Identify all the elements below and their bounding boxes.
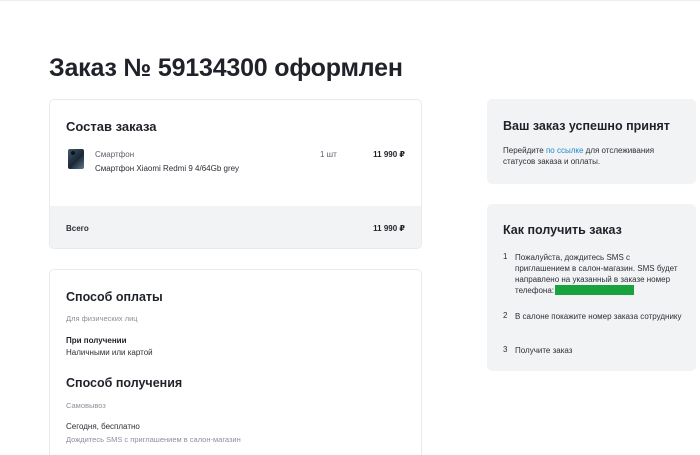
delivery-when: Сегодня, бесплатно (66, 422, 140, 431)
phone-number-redacted (555, 285, 634, 295)
payment-option-value: Наличными или картой (66, 348, 153, 357)
order-total-bar: Всего 11 990 ₽ (50, 206, 421, 248)
step-2-number: 2 (503, 311, 508, 320)
step-1-number: 1 (503, 252, 508, 261)
payment-customer-type: Для физических лиц (66, 314, 138, 323)
payment-section-title: Способ оплаты (66, 290, 163, 304)
howto-title: Как получить заказ (503, 223, 622, 237)
success-text-before: Перейдите (503, 146, 546, 155)
step-3-text: Получите заказ (515, 346, 573, 355)
delivery-section-title: Способ получения (66, 376, 183, 390)
item-name-link[interactable]: Смартфон Xiaomi Redmi 9 4/64Gb grey (95, 164, 239, 173)
how-to-get-order-card: Как получить заказ 1 Пожалуйста, дождите… (487, 204, 696, 371)
delivery-note: Дождитесь SMS с приглашением в салон-маг… (66, 435, 241, 444)
step-3-number: 3 (503, 345, 508, 354)
payment-delivery-card: Способ оплаты Для физических лиц При пол… (49, 269, 422, 455)
delivery-method: Самовывоз (66, 401, 106, 410)
order-tracking-link[interactable]: по ссылке (546, 146, 583, 155)
item-price: 11 990 ₽ (373, 150, 405, 159)
payment-option-title: При получении (66, 336, 127, 345)
item-quantity: 1 шт (320, 150, 337, 159)
total-label: Всего (66, 224, 89, 233)
smartphone-thumbnail-icon[interactable] (68, 149, 84, 169)
page-title: Заказ № 59134300 оформлен (49, 54, 403, 82)
step-1-text: Пожалуйста, дождитесь SMS с приглашением… (515, 252, 687, 296)
total-value: 11 990 ₽ (373, 224, 405, 233)
order-summary-card: Состав заказа Смартфон Смартфон Xiaomi R… (49, 99, 422, 249)
success-title: Ваш заказ успешно принят (503, 119, 670, 133)
header-divider (0, 0, 700, 1)
success-text: Перейдите по ссылке для отслеживания ста… (503, 145, 688, 167)
step-2-text: В салоне покажите номер заказа сотрудник… (515, 312, 682, 321)
order-success-card: Ваш заказ успешно принят Перейдите по сс… (487, 99, 696, 184)
item-category: Смартфон (95, 150, 135, 159)
order-section-title: Состав заказа (66, 119, 157, 134)
